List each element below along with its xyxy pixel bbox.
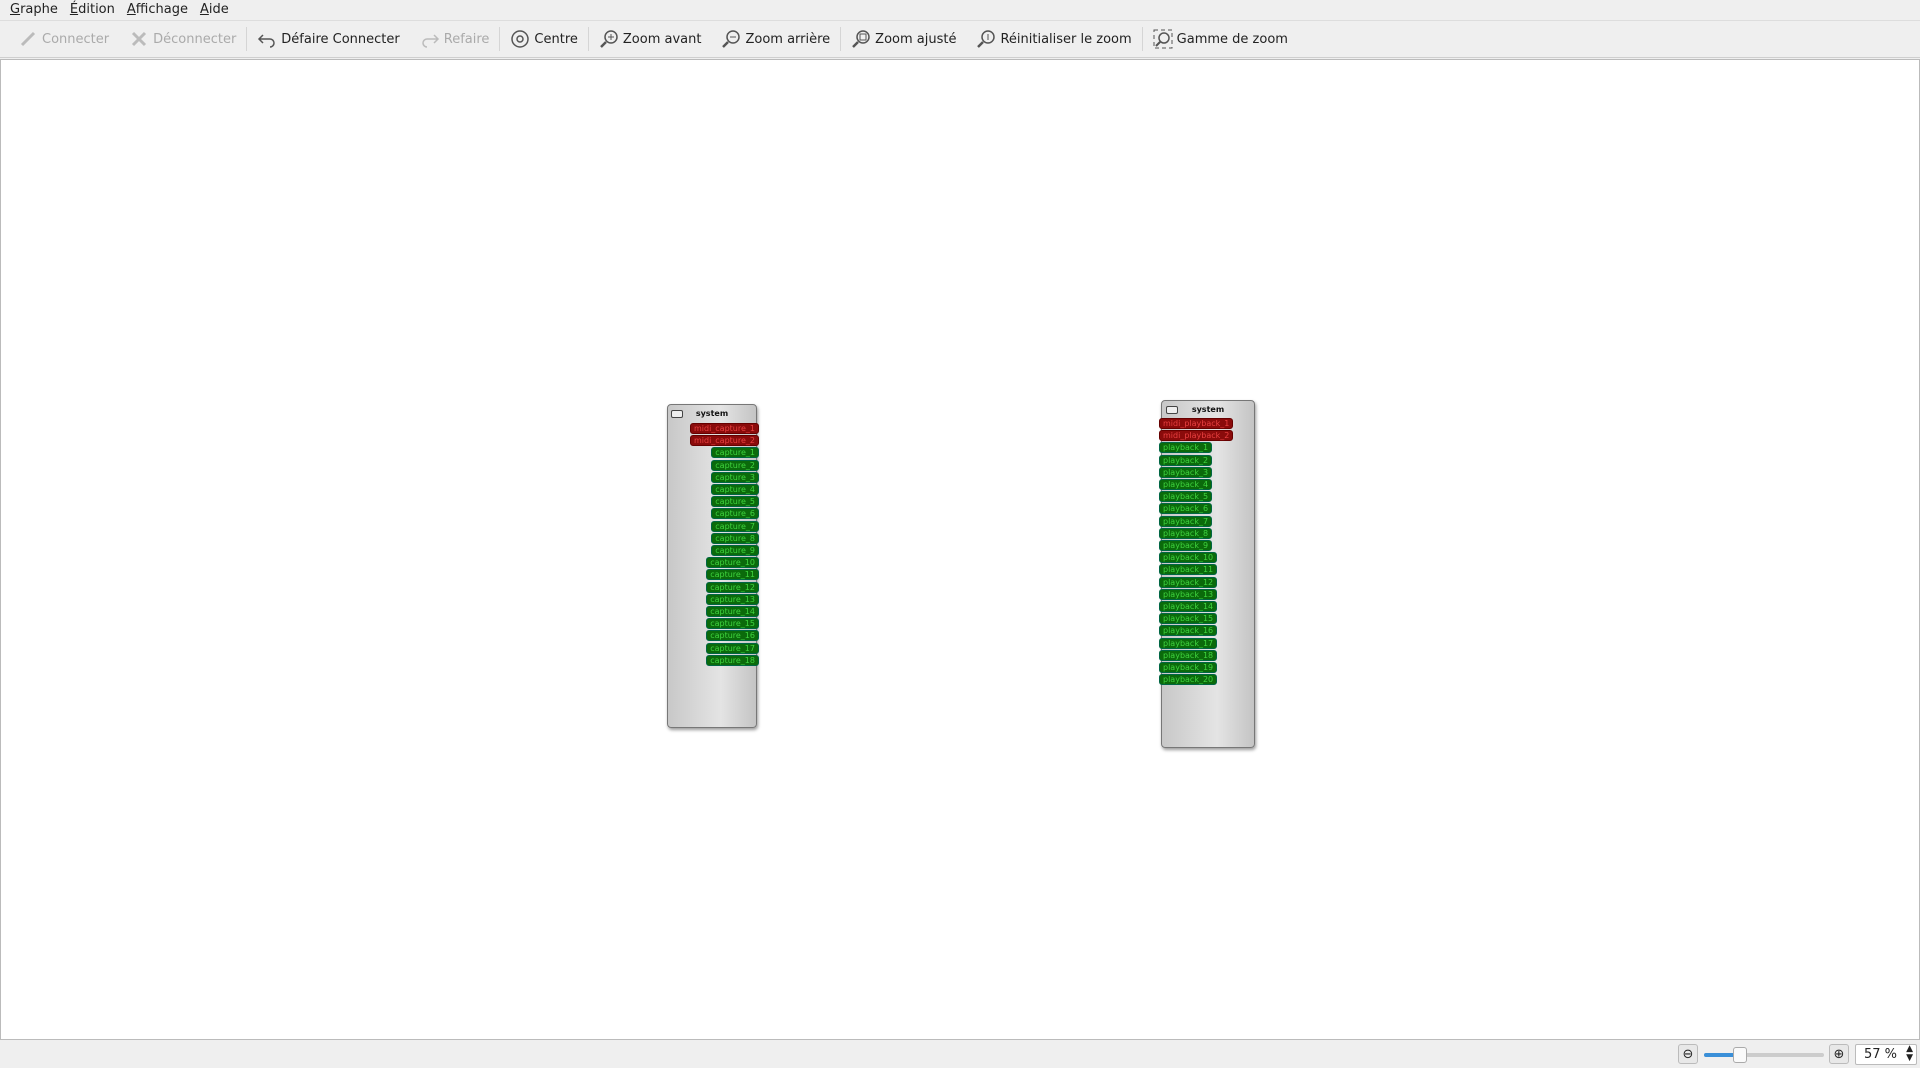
zoom-range-label: Gamme de zoom [1176, 31, 1288, 47]
zoom-out-label: Zoom arrière [745, 31, 831, 47]
connect-button[interactable]: Connecter [8, 24, 119, 54]
midi-port[interactable]: midi_playback_1 [1159, 418, 1234, 429]
menu-edition[interactable]: Édition [64, 2, 121, 17]
menu-aide[interactable]: Aide [194, 2, 235, 17]
midi-port[interactable]: midi_capture_1 [689, 423, 759, 434]
audio-port[interactable]: capture_14 [706, 606, 759, 617]
audio-port[interactable]: playback_17 [1159, 637, 1218, 649]
menu-graphe[interactable]: Graphe [4, 2, 64, 17]
redo-label: Refaire [443, 31, 490, 47]
capture-client-box[interactable]: system midi_capture_1 midi_capture_2 captu… [667, 404, 759, 728]
zoom-reset-icon [977, 30, 996, 48]
zoom-slider[interactable] [1704, 1047, 1824, 1063]
disconnect-icon [132, 31, 147, 47]
zoom-value: 57 % [1864, 1047, 1898, 1062]
audio-port[interactable]: capture_11 [706, 569, 759, 581]
toolbar: Connecter Déconnecter Défaire Connecter … [0, 20, 1920, 58]
zoom-fit-label: Zoom ajusté [875, 31, 957, 47]
audio-port[interactable]: playback_14 [1159, 601, 1218, 612]
undo-label: Défaire Connecter [281, 31, 400, 47]
zoom-reset-button[interactable]: Réinitialiser le zoom [966, 24, 1141, 54]
undo-button[interactable]: Défaire Connecter [247, 24, 409, 54]
client-title: system [695, 409, 729, 418]
audio-port[interactable]: playback_9 [1159, 540, 1213, 551]
connect-icon [20, 31, 36, 47]
audio-port[interactable]: capture_5 [711, 496, 759, 508]
zoom-fit-button[interactable]: Zoom ajusté [841, 24, 966, 54]
audio-port[interactable]: playback_12 [1159, 576, 1218, 588]
disconnect-label: Déconnecter [153, 31, 237, 47]
audio-port[interactable]: capture_17 [706, 642, 759, 654]
audio-port[interactable]: playback_18 [1159, 649, 1218, 661]
zoom-out-small-button[interactable]: ⊖ [1678, 1044, 1698, 1064]
zoom-in-button[interactable]: Zoom avant [589, 24, 712, 54]
zoom-out-icon [722, 30, 741, 48]
audio-port[interactable]: capture_4 [711, 484, 759, 495]
zoom-slider-handle[interactable] [1733, 1047, 1747, 1063]
audio-port[interactable]: capture_8 [711, 532, 759, 544]
zoom-out-icon: ⊖ [1682, 1046, 1694, 1062]
audio-port[interactable]: playback_6 [1159, 503, 1213, 515]
audio-port[interactable]: playback_5 [1159, 491, 1213, 503]
audio-port[interactable]: playback_3 [1159, 466, 1213, 478]
audio-port[interactable]: capture_9 [711, 545, 759, 556]
audio-port[interactable]: capture_1 [711, 447, 759, 459]
audio-port[interactable]: playback_10 [1159, 552, 1218, 564]
disconnect-button[interactable]: Déconnecter [119, 24, 246, 54]
zoom-in-icon: ⊕ [1833, 1046, 1845, 1062]
zoom-range-icon [1153, 29, 1173, 49]
patchbay-canvas[interactable]: system midi_capture_1 midi_capture_2 captu… [0, 59, 1920, 1040]
audio-port[interactable]: capture_7 [711, 520, 759, 532]
audio-port[interactable]: playback_13 [1159, 588, 1218, 600]
zoom-in-small-button[interactable]: ⊕ [1829, 1044, 1849, 1064]
audio-port[interactable]: playback_2 [1159, 454, 1213, 466]
audio-port[interactable]: playback_7 [1159, 515, 1213, 527]
audio-port[interactable]: capture_2 [711, 459, 759, 471]
redo-icon [422, 34, 439, 48]
audio-port[interactable]: capture_10 [706, 557, 759, 569]
audio-port[interactable]: capture_13 [706, 593, 759, 605]
midi-port[interactable]: midi_capture_2 [689, 435, 759, 447]
audio-port[interactable]: playback_19 [1159, 662, 1218, 673]
audio-port[interactable]: capture_16 [706, 630, 759, 642]
zoom-reset-label: Réinitialiser le zoom [1000, 31, 1132, 47]
audio-port[interactable]: capture_6 [711, 508, 759, 520]
audio-port[interactable]: capture_3 [711, 471, 759, 483]
audio-port[interactable]: playback_1 [1159, 442, 1213, 454]
center-icon [511, 30, 530, 48]
menu-bar: Graphe Édition Affichage Aide [0, 0, 1920, 19]
connect-label: Connecter [42, 31, 110, 47]
zoom-range-button[interactable]: Gamme de zoom [1143, 24, 1298, 54]
status-bar: ⊖ ⊕ 57 % ▲ ▼ [0, 1041, 1920, 1068]
audio-port[interactable]: playback_15 [1159, 613, 1218, 625]
audio-port[interactable]: capture_15 [706, 618, 759, 630]
audio-port[interactable]: capture_12 [706, 581, 759, 593]
audio-port[interactable]: playback_16 [1159, 625, 1218, 637]
zoom-fit-icon [852, 30, 870, 48]
center-button[interactable]: Centre [500, 24, 587, 54]
audio-port[interactable]: playback_11 [1159, 564, 1218, 576]
client-title: system [1191, 405, 1225, 414]
zoom-in-icon [600, 30, 618, 48]
audio-port[interactable]: capture_18 [706, 654, 759, 666]
menu-affichage[interactable]: Affichage [121, 2, 194, 17]
redo-button[interactable]: Refaire [410, 24, 500, 54]
audio-port[interactable]: playback_4 [1159, 479, 1213, 490]
zoom-in-label: Zoom avant [622, 31, 702, 47]
audio-port[interactable]: playback_20 [1159, 674, 1218, 686]
audio-port[interactable]: playback_8 [1159, 527, 1213, 539]
zoom-out-button[interactable]: Zoom arrière [711, 24, 840, 54]
playback-client-box[interactable]: system midi_playback_1 midi_playback_2 pla… [1159, 400, 1255, 748]
spin-arrows-icon[interactable]: ▲ ▼ [1906, 1045, 1913, 1063]
undo-icon [258, 34, 276, 48]
midi-port[interactable]: midi_playback_2 [1159, 430, 1234, 442]
zoom-spinbox[interactable]: 57 % ▲ ▼ [1855, 1044, 1917, 1065]
center-label: Centre [534, 31, 578, 47]
